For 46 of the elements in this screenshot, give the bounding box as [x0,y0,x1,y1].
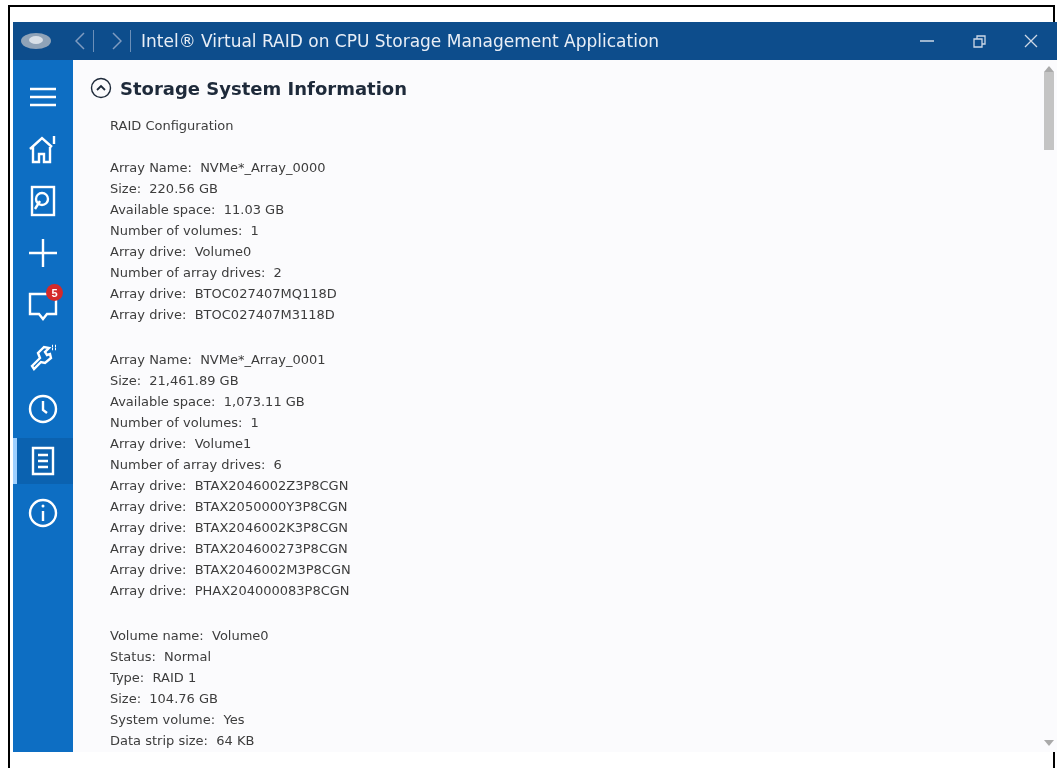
collapse-toggle[interactable] [90,77,112,99]
info-line: Array drive: Volume1 [110,435,252,453]
sidebar-item[interactable]: 5 [13,282,73,328]
info-line: Array drive: PHAX204000083P8CGN [110,582,350,600]
section-subtitle: RAID Configuration [110,118,235,133]
info-line: Array drive: BTAX204600273P8CGN [110,540,348,558]
plus-icon [27,237,59,269]
info-line: Status: Normal [110,648,212,666]
document-icon [30,445,56,477]
info-line: Array Name: NVMe*_Array_0001 [110,351,326,369]
minimize-icon [920,40,934,42]
info-line: Size: 220.56 GB [110,180,218,198]
info-line: Number of volumes: 1 [110,414,259,432]
info-line: Array Name: NVMe*_Array_0000 [110,159,326,177]
info-line: Array drive: BTOC027407M3118D [110,306,335,324]
info-line: Number of array drives: 6 [110,456,282,474]
restore-icon [972,34,986,48]
info-line: Volume name: Volume0 [110,627,269,645]
scrollbar-thumb[interactable] [1043,72,1054,150]
info-line: Array drive: Volume0 [110,243,252,261]
tools-icon [28,342,58,372]
info-line: Size: 104.76 GB [110,690,218,708]
info-line: Number of array drives: 2 [110,264,282,282]
window-title: Intel® Virtual RAID on CPU Storage Management Application [141,31,661,51]
info-line: Data strip size: 64 KB [110,732,255,750]
info-line: Available space: 11.03 GB [110,201,285,219]
info-line: Size: 21,461.89 GB [110,372,239,390]
info-line: Number of volumes: 1 [110,222,259,240]
clock-icon [27,393,59,425]
close-icon [1024,34,1038,48]
info-line: Array drive: BTAX2050000Y3P8CGN [110,498,348,516]
info-line: System volume: Yes [110,711,245,729]
info-line: Array drive: BTOC027407MQ118D [110,285,337,303]
info-icon [27,497,59,529]
menu-icon [28,86,58,108]
info-line: Array drive: BTAX2046002M3P8CGN [110,561,351,579]
chevron-right-icon [112,32,122,50]
sidebar-item[interactable] [13,438,73,484]
info-line: Type: RAID 1 [110,669,197,687]
chevron-up-circle-icon [90,77,112,99]
info-line: Array drive: BTAX2046002Z3P8CGN [110,477,349,495]
notification-badge: 5 [46,284,63,301]
chevron-left-icon [75,32,85,50]
info-line: Available space: 1,073.11 GB [110,393,305,411]
section-title: Storage System Information [120,77,407,99]
info-line: Array drive: BTAX2046002K3P8CGN [110,519,349,537]
